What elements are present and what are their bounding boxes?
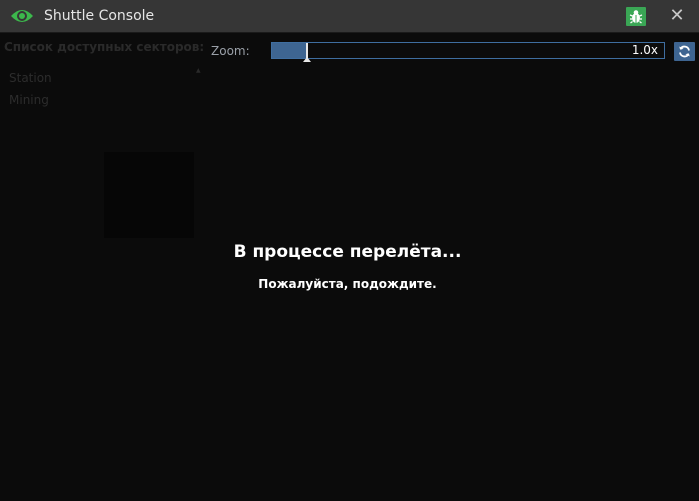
flight-in-progress-title: В процессе перелёта... [233,242,462,262]
bug-icon [629,10,643,24]
debug-button[interactable] [626,7,646,26]
zoom-slider[interactable]: 1.0x [271,42,665,62]
zoom-toolbar: Zoom: 1.0x [205,33,699,67]
shuttle-console-window: Shuttle Console ✕ Список доступных секто… [0,0,699,501]
sector-list-panel: Список доступных секторов: Station Minin… [0,33,205,501]
zoom-value: 1.0x [631,43,658,57]
sector-map-shadow [104,152,194,238]
sector-item-mining[interactable]: Mining [9,93,49,107]
zoom-slider-thumb[interactable] [306,43,308,58]
zoom-label: Zoom: [211,44,250,58]
refresh-button[interactable] [674,42,695,61]
close-button[interactable]: ✕ [666,5,688,27]
eye-icon [10,6,34,26]
please-wait-message: Пожалуйста, подождите. [258,277,437,291]
zoom-slider-thumb-pointer[interactable] [303,57,311,62]
sector-item-station[interactable]: Station [9,71,52,85]
window-title: Shuttle Console [44,8,155,24]
scroll-up-icon[interactable]: ▲ [196,67,202,74]
sector-list-title: Список доступных секторов: [4,40,205,54]
zoom-slider-fill [272,43,307,58]
refresh-icon [679,45,690,58]
title-bar[interactable]: Shuttle Console ✕ [0,0,699,33]
